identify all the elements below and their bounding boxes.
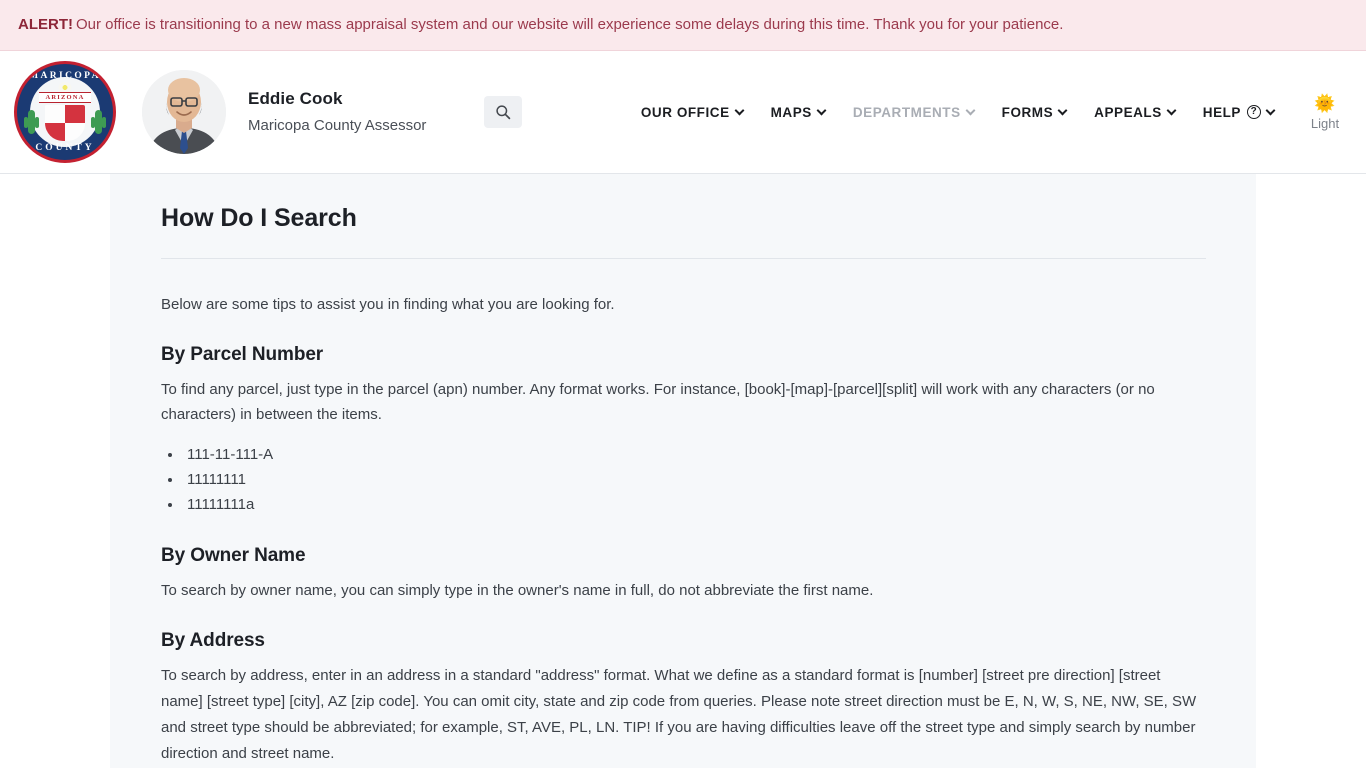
list-item: 11111111a (183, 492, 1206, 517)
nav-item-maps[interactable]: MAPS (757, 99, 839, 126)
nav-label-help: HELP (1202, 104, 1241, 120)
chevron-down-icon (734, 105, 745, 115)
seal-arizona-banner: ARIZONA (39, 92, 91, 103)
theme-toggle-label: Light (1310, 115, 1340, 131)
alert-message: Our office is transitioning to a new mas… (76, 16, 1064, 34)
official-name: Eddie Cook (248, 89, 343, 109)
section-text-by-address: To search by address, enter in an addres… (161, 667, 1197, 762)
nav-label-forms: FORMS (1001, 104, 1054, 120)
section-heading-by-parcel-number: By Parcel Number (161, 343, 324, 365)
chevron-down-icon (1057, 105, 1068, 115)
official-title: Maricopa County Assessor (248, 116, 427, 134)
list-item: 11111111 (183, 467, 1206, 492)
chevron-down-icon (1265, 105, 1276, 115)
title-divider (161, 258, 1206, 259)
official-name-block: Eddie Cook Maricopa County Assessor (248, 87, 426, 136)
seal-quadrant-2 (65, 105, 85, 123)
seal-shield-icon (45, 105, 85, 141)
assessor-portrait-avatar (142, 70, 226, 154)
theme-toggle[interactable]: 🌞 Light (1302, 94, 1348, 131)
chevron-down-icon (1166, 105, 1177, 115)
nav-item-our-office[interactable]: OUR OFFICE (627, 99, 757, 126)
search-icon (495, 104, 511, 120)
nav-label-our-office: OUR OFFICE (640, 104, 730, 120)
maricopa-county-seal-logo[interactable]: MARICOPA ARIZONA COUNTY (14, 61, 116, 163)
list-item: 111-11-111-A (183, 442, 1206, 467)
question-mark-circle-icon: ? (1247, 105, 1261, 119)
seal-quadrant-1 (45, 105, 65, 123)
intro-paragraph: Below are some tips to assist you in fin… (161, 296, 615, 313)
page-title: How Do I Search (161, 204, 357, 232)
page-body: How Do I Search Below are some tips to a… (0, 174, 1366, 768)
seal-quadrant-3 (45, 123, 65, 141)
search-button[interactable] (484, 96, 523, 128)
section-text-by-owner-name: To search by owner name, you can simply … (161, 581, 874, 599)
seal-cactus-left-icon (24, 110, 39, 134)
chevron-down-icon (816, 105, 827, 115)
nav-item-departments[interactable]: DEPARTMENTS (839, 99, 988, 126)
nav-item-help[interactable]: HELP ? (1189, 99, 1288, 126)
nav-label-appeals: APPEALS (1094, 104, 1162, 120)
seal-quadrant-4 (65, 123, 85, 141)
main-content: How Do I Search Below are some tips to a… (110, 174, 1256, 768)
alert-label: ALERT! (18, 16, 73, 34)
seal-top-text: MARICOPA (29, 71, 101, 81)
main-navigation: OUR OFFICE MAPS DEPARTMENTS FORMS APPEAL… (627, 94, 1352, 131)
section-heading-by-owner-name: By Owner Name (161, 544, 306, 566)
nav-label-maps: MAPS (770, 104, 812, 120)
section-heading-by-address: By Address (161, 630, 265, 652)
nav-label-departments: DEPARTMENTS (852, 104, 961, 120)
nav-item-forms[interactable]: FORMS (988, 99, 1081, 126)
seal-cactus-right-icon (91, 110, 106, 134)
chevron-down-icon (965, 105, 976, 115)
seal-bottom-text: COUNTY (35, 143, 95, 153)
brand-block[interactable]: MARICOPA ARIZONA COUNTY Eddie Cook Maric… (14, 61, 426, 163)
alert-banner: ALERT! Our office is transitioning to a n… (0, 0, 1366, 51)
nav-item-appeals[interactable]: APPEALS (1080, 99, 1189, 126)
section-bullets-by-parcel-number: 111-11-111-A 11111111 11111111a (183, 442, 1206, 518)
site-header: MARICOPA ARIZONA COUNTY Eddie Cook Maric… (0, 51, 1366, 174)
sun-icon: 🌞 (1314, 93, 1336, 113)
section-text-by-parcel-number: To find any parcel, just type in the par… (161, 380, 1155, 424)
alert-message-line: ALERT! Our office is transitioning to a n… (18, 15, 1063, 35)
